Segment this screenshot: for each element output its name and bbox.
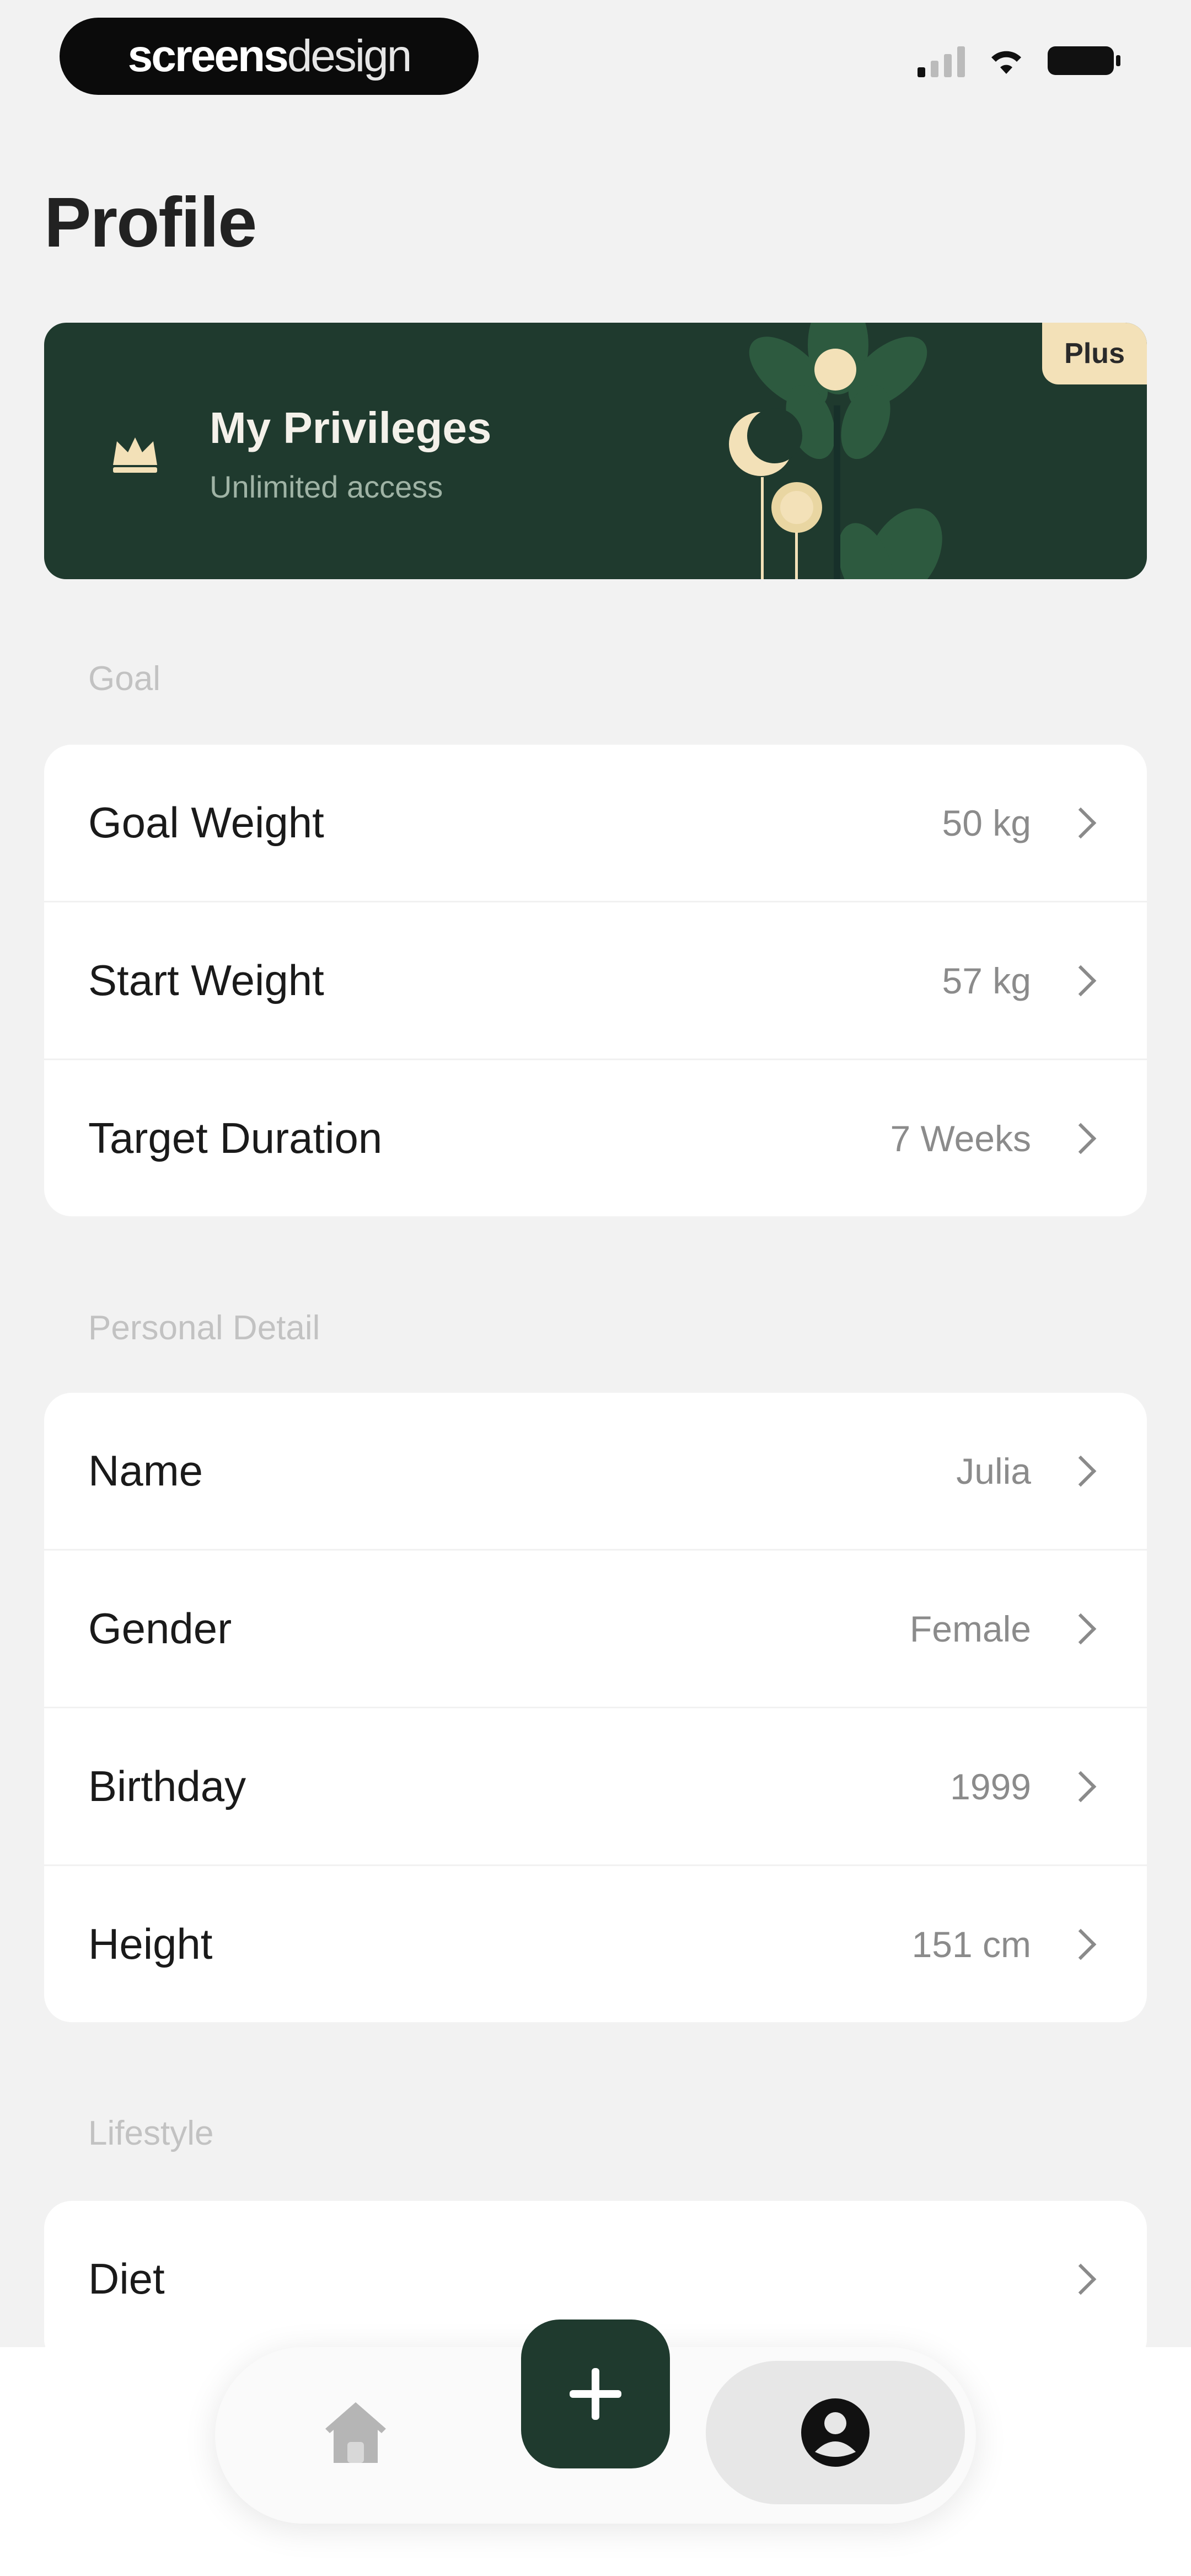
row-label: Goal Weight xyxy=(88,798,324,847)
chevron-right-icon xyxy=(1065,965,1097,996)
battery-icon xyxy=(1048,46,1120,75)
profile-screen: screens design Profile My Privileges Unli… xyxy=(0,0,1191,2576)
chevron-right-icon xyxy=(1065,1123,1097,1154)
row-height[interactable]: Height 151 cm xyxy=(44,1864,1147,2022)
brand-bold-text: screens xyxy=(127,31,289,81)
privileges-subtitle: Unlimited access xyxy=(210,469,443,504)
chevron-right-icon xyxy=(1065,2263,1097,2295)
signal-icon xyxy=(918,44,965,77)
chevron-right-icon xyxy=(1065,1928,1097,1960)
row-goal-weight[interactable]: Goal Weight 50 kg xyxy=(44,745,1147,901)
section-label-lifestyle: Lifestyle xyxy=(88,2114,214,2152)
plus-icon xyxy=(570,2368,621,2420)
row-value: Female xyxy=(909,1608,1031,1649)
goal-card: Goal Weight 50 kg Start Weight 57 kg Tar… xyxy=(44,745,1147,1216)
brand-light-text: design xyxy=(287,31,412,81)
profile-icon xyxy=(801,2398,870,2467)
row-label: Diet xyxy=(88,2254,165,2303)
privileges-card[interactable]: My Privileges Unlimited access Plus xyxy=(44,323,1147,579)
row-value: 1999 xyxy=(950,1766,1031,1807)
row-value: 7 Weeks xyxy=(890,1118,1031,1159)
row-value: Julia xyxy=(956,1450,1031,1492)
privileges-title: My Privileges xyxy=(210,403,492,452)
home-icon[interactable] xyxy=(320,2397,391,2468)
status-icons xyxy=(918,44,1120,77)
crown-icon xyxy=(113,437,157,473)
row-label: Target Duration xyxy=(88,1114,383,1162)
row-label: Gender xyxy=(88,1604,232,1653)
plus-badge: Plus xyxy=(1042,323,1147,384)
row-label: Name xyxy=(88,1446,203,1495)
chevron-right-icon xyxy=(1065,1613,1097,1644)
page-title: Profile xyxy=(44,183,257,262)
profile-tab[interactable] xyxy=(706,2361,965,2504)
row-value: 151 cm xyxy=(911,1923,1031,1965)
row-value: 57 kg xyxy=(942,960,1031,1001)
chevron-right-icon xyxy=(1065,1771,1097,1802)
row-start-weight[interactable]: Start Weight 57 kg xyxy=(44,901,1147,1059)
row-target-duration[interactable]: Target Duration 7 Weeks xyxy=(44,1059,1147,1216)
flower-illustration xyxy=(729,323,942,579)
chevron-right-icon xyxy=(1065,1455,1097,1487)
wifi-icon xyxy=(991,51,1021,74)
row-label: Height xyxy=(88,1920,213,1968)
row-gender[interactable]: Gender Female xyxy=(44,1549,1147,1707)
row-value: 50 kg xyxy=(942,802,1031,843)
section-label-personal-detail: Personal Detail xyxy=(88,1309,320,1347)
row-name[interactable]: Name Julia xyxy=(44,1393,1147,1549)
add-button[interactable] xyxy=(521,2320,670,2468)
personal-detail-card: Name Julia Gender Female Birthday 1999 H… xyxy=(44,1393,1147,2022)
row-label: Start Weight xyxy=(88,956,324,1004)
chevron-right-icon xyxy=(1065,807,1097,838)
row-label: Birthday xyxy=(88,1762,246,1810)
section-label-goal: Goal xyxy=(88,660,160,698)
row-birthday[interactable]: Birthday 1999 xyxy=(44,1707,1147,1864)
brand-logo: screens design xyxy=(60,18,479,95)
